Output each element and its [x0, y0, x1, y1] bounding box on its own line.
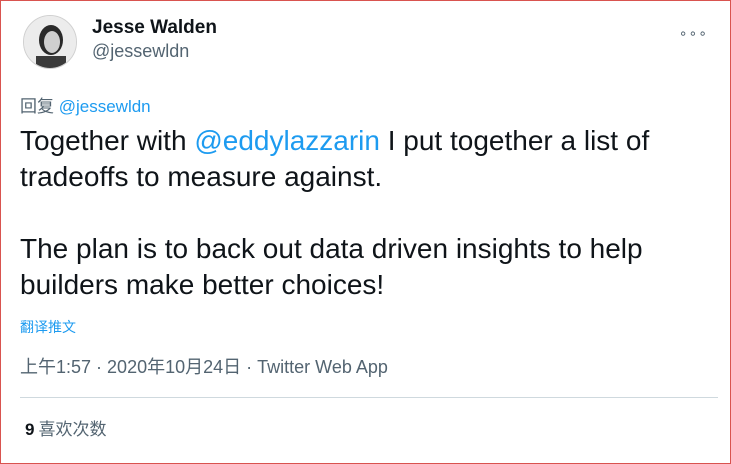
author-name[interactable]: Jesse Walden [92, 17, 217, 39]
tweet-text-segment: Together with [20, 125, 195, 156]
meta-separator: · [241, 357, 258, 377]
reply-context: 回复 @jessewldn [20, 92, 151, 117]
tweet-meta: 上午1:57 · 2020年10月24日 · Twitter Web App [20, 353, 388, 379]
translate-tweet-link[interactable]: 翻译推文 [20, 317, 76, 337]
tweet-paragraph-1: Together with @eddylazzarin I put togeth… [20, 123, 720, 195]
tweet-header: Jesse Walden @jessewldn ∘∘∘ [20, 13, 718, 71]
tweet-source[interactable]: Twitter Web App [257, 357, 388, 377]
likes-label: 喜欢次数 [38, 420, 107, 439]
mention-link[interactable]: @eddylazzarin [194, 125, 380, 156]
tweet-time[interactable]: 上午1:57 [20, 357, 91, 377]
meta-separator: · [91, 357, 108, 377]
likes-stat[interactable]: 9 喜欢次数 [25, 415, 106, 440]
likes-count: 9 [25, 420, 35, 439]
avatar-photo-icon [24, 16, 76, 68]
divider [20, 397, 718, 398]
avatar[interactable] [23, 15, 77, 69]
author-handle[interactable]: @jessewldn [92, 41, 189, 62]
reply-prefix: 回复 [20, 97, 54, 116]
tweet-text: Together with @eddylazzarin I put togeth… [20, 123, 720, 303]
more-dots-icon[interactable]: ∘∘∘ [679, 25, 708, 42]
tweet-date[interactable]: 2020年10月24日 [107, 357, 241, 377]
tweet-card: Jesse Walden @jessewldn ∘∘∘ 回复 @jessewld… [0, 0, 731, 464]
tweet-paragraph-2: The plan is to back out data driven insi… [20, 233, 643, 300]
reply-mention-link[interactable]: @jessewldn [59, 97, 151, 116]
